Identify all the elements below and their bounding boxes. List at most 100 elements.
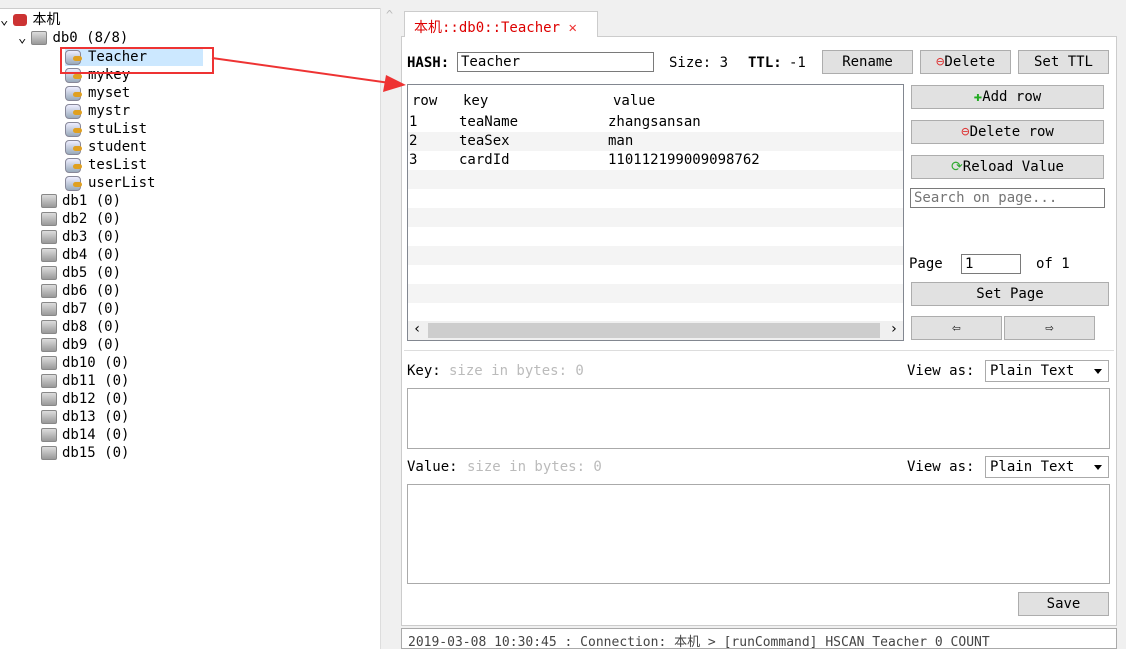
chevron-down-icon[interactable]: ⌄	[18, 29, 26, 47]
empty-row	[408, 208, 903, 227]
tree-key-item[interactable]: userList	[65, 174, 155, 192]
connection-tree: ⌄ 本机 ⌄ db0 (8/8) Teacher mykey myset mystr s…	[0, 8, 380, 649]
tree-db-item[interactable]: db3 (0)	[41, 228, 121, 246]
delete-button[interactable]: ⊖Delete	[920, 50, 1011, 74]
tree-db0[interactable]: ⌄ db0 (8/8)	[18, 29, 128, 47]
empty-row	[408, 284, 903, 303]
database-icon	[41, 230, 57, 244]
minus-circle-icon: ⊖	[961, 124, 970, 140]
tree-db-item[interactable]: db12 (0)	[41, 390, 129, 408]
empty-row	[408, 246, 903, 265]
database-icon	[41, 284, 57, 298]
value-format-select[interactable]: Plain Text	[985, 456, 1109, 478]
tree-db-item[interactable]: db11 (0)	[41, 372, 129, 390]
tree-key-item[interactable]: myset	[65, 84, 130, 102]
tree-key-item[interactable]: student	[65, 138, 147, 156]
database-icon	[41, 392, 57, 406]
tree-key-item[interactable]: tesList	[65, 156, 147, 174]
hash-key-icon	[65, 139, 83, 155]
cell-row: 2	[409, 133, 418, 149]
column-header-row[interactable]: row	[412, 89, 437, 113]
set-ttl-button[interactable]: Set TTL	[1018, 50, 1109, 74]
save-button[interactable]: Save	[1018, 592, 1109, 616]
chevron-down-icon[interactable]: ⌄	[0, 11, 8, 29]
database-icon	[41, 320, 57, 334]
type-label: HASH:	[407, 55, 450, 71]
database-icon	[31, 31, 48, 45]
database-icon	[41, 302, 57, 316]
database-icon	[41, 374, 57, 388]
cell-value: man	[608, 133, 634, 149]
value-size-hint: size in bytes: 0	[467, 459, 602, 475]
reload-icon: ⟳	[951, 159, 963, 175]
cell-row: 1	[409, 114, 418, 130]
tree-db-item[interactable]: db15 (0)	[41, 444, 129, 462]
database-icon	[41, 248, 57, 262]
cell-key: cardId	[459, 152, 510, 168]
key-size-hint: size in bytes: 0	[449, 363, 584, 379]
key-label: Key:	[407, 363, 441, 379]
log-console: 2019-03-08 10:30:45 : Connection: 本机 > […	[401, 628, 1117, 649]
column-header-key[interactable]: key	[463, 89, 488, 113]
tab-teacher[interactable]: 本机::db0::Teacher ✕	[404, 11, 598, 37]
annotation-highlight-box	[60, 47, 214, 74]
column-header-value[interactable]: value	[613, 89, 655, 113]
tree-key-item[interactable]: mystr	[65, 102, 130, 120]
hash-key-icon	[65, 175, 83, 191]
set-page-button[interactable]: Set Page	[911, 282, 1109, 306]
tree-db-item[interactable]: db2 (0)	[41, 210, 121, 228]
search-on-page-input[interactable]	[910, 188, 1105, 208]
page-input[interactable]: 1	[961, 254, 1021, 274]
page-count: of 1	[1036, 256, 1070, 272]
reload-value-button[interactable]: ⟳Reload Value	[911, 155, 1104, 179]
table-row[interactable]: 3 cardId 110112199009098762	[408, 151, 903, 170]
key-name-input[interactable]: Teacher	[457, 52, 654, 72]
tree-db-item[interactable]: db7 (0)	[41, 300, 121, 318]
tree-db-item[interactable]: db9 (0)	[41, 336, 121, 354]
cell-key: teaSex	[459, 133, 510, 149]
empty-row	[408, 303, 903, 322]
tree-db-item[interactable]: db6 (0)	[41, 282, 121, 300]
key-textarea[interactable]	[407, 388, 1110, 449]
empty-row	[408, 189, 903, 208]
key-format-select[interactable]: Plain Text	[985, 360, 1109, 382]
key-view-as-label: View as:	[907, 363, 975, 379]
cell-key: teaName	[459, 114, 519, 130]
prev-page-button[interactable]: ⇦	[911, 316, 1002, 340]
annotation-arrow	[211, 57, 406, 92]
rename-button[interactable]: Rename	[822, 50, 913, 74]
tree-db-item[interactable]: db4 (0)	[41, 246, 121, 264]
log-line: 2019-03-08 10:30:45 : Connection: 本机 > […	[408, 635, 990, 649]
hash-key-icon	[65, 103, 83, 119]
close-icon[interactable]: ✕	[568, 20, 576, 36]
tree-db-item[interactable]: db8 (0)	[41, 318, 121, 336]
value-label: Value:	[407, 459, 458, 475]
empty-row	[408, 170, 903, 189]
database-icon	[41, 266, 57, 280]
tree-root[interactable]: ⌄ 本机	[0, 11, 60, 29]
table-row[interactable]: 1 teaName zhangsansan	[408, 113, 903, 132]
ttl-value: -1	[789, 55, 806, 71]
tree-db-item[interactable]: db10 (0)	[41, 354, 129, 372]
size-text: Size: 3	[669, 55, 729, 71]
divider	[404, 350, 1114, 351]
value-textarea[interactable]	[407, 484, 1110, 584]
next-page-button[interactable]: ⇨	[1004, 316, 1095, 340]
table-row[interactable]: 2 teaSex man	[408, 132, 903, 151]
cell-value: zhangsansan	[608, 114, 701, 130]
tree-db-item[interactable]: db5 (0)	[41, 264, 121, 282]
hash-key-icon	[65, 157, 83, 173]
empty-row	[408, 265, 903, 284]
tree-key-item[interactable]: stuList	[65, 120, 147, 138]
tree-db-item[interactable]: db14 (0)	[41, 426, 129, 444]
delete-row-button[interactable]: ⊖Delete row	[911, 120, 1104, 144]
tree-db-item[interactable]: db1 (0)	[41, 192, 121, 210]
tree-db-item[interactable]: db13 (0)	[41, 408, 129, 426]
page-label: Page	[909, 256, 943, 272]
tree-scrollbar[interactable]: ^	[380, 8, 398, 649]
plus-icon: ✚	[973, 89, 983, 105]
horizontal-scrollbar[interactable]: ‹ ›	[408, 321, 903, 340]
add-row-button[interactable]: ✚Add row	[911, 85, 1104, 109]
database-icon	[41, 212, 57, 226]
database-icon	[41, 194, 57, 208]
